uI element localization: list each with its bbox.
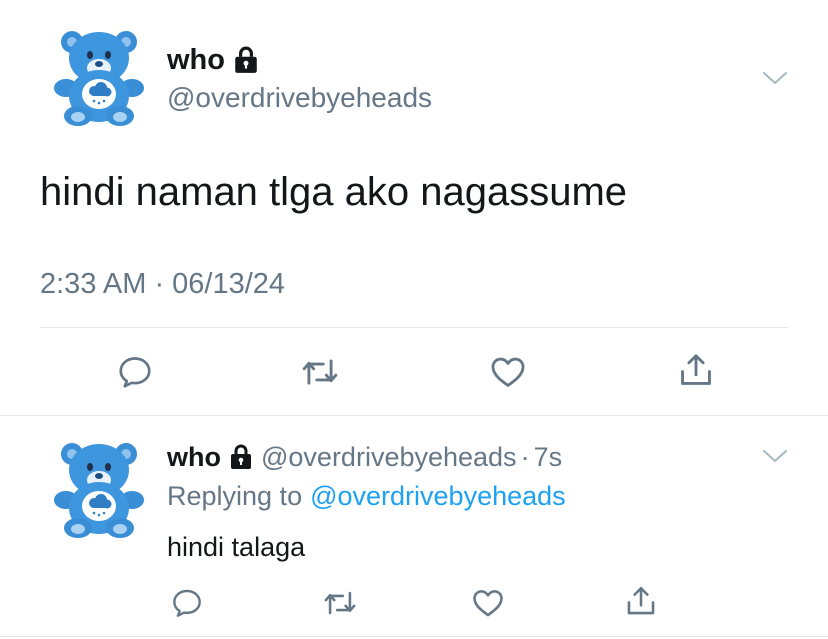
reply-reply-button[interactable]	[169, 585, 205, 621]
reply-tweet-text: hindi talaga	[167, 532, 306, 562]
main-reply-button[interactable]	[115, 352, 155, 392]
main-like-button[interactable]	[488, 352, 528, 392]
share-icon	[677, 351, 715, 389]
replying-to-row: Replying to @overdrivebyeheads	[167, 481, 566, 512]
reply-icon	[117, 354, 153, 390]
main-timestamp[interactable]: 2:33 AM · 06/13/24	[40, 268, 285, 301]
main-retweet-button[interactable]	[300, 352, 340, 392]
reply-icon	[171, 587, 203, 619]
reply-separator: ·	[520, 441, 530, 472]
heart-icon	[471, 586, 505, 620]
main-menu-chevron-down-icon[interactable]	[762, 70, 788, 86]
reply-menu-chevron-down-icon[interactable]	[762, 448, 788, 464]
main-display-name[interactable]: who	[167, 44, 225, 77]
avatar[interactable]	[44, 20, 154, 130]
main-tweet-text: hindi naman tlga ako nagassume	[40, 170, 628, 214]
replying-to-handle-link[interactable]: @overdrivebyeheads	[310, 481, 566, 512]
reply-time-ago[interactable]: 7s	[534, 442, 563, 473]
retweet-icon	[323, 586, 357, 620]
reply-display-name[interactable]: who	[167, 442, 221, 473]
retweet-icon	[301, 353, 339, 391]
section-divider	[0, 415, 828, 416]
replying-to-label: Replying to	[167, 481, 303, 511]
main-handle[interactable]: @overdrivebyeheads	[167, 82, 432, 114]
main-author-name-row: who	[167, 42, 259, 78]
lock-icon	[233, 46, 259, 74]
reply-like-button[interactable]	[470, 585, 506, 621]
care-bear-avatar-icon	[44, 20, 154, 130]
heart-icon	[489, 353, 527, 391]
reply-author-row: who @overdrivebyeheads · 7s	[167, 440, 562, 474]
reply-avatar[interactable]	[44, 432, 154, 542]
care-bear-avatar-icon	[44, 432, 154, 542]
main-divider	[40, 327, 788, 328]
lock-icon	[229, 444, 253, 470]
bottom-divider	[0, 636, 828, 637]
reply-share-button[interactable]	[623, 583, 659, 619]
share-icon	[624, 584, 658, 618]
reply-retweet-button[interactable]	[322, 585, 358, 621]
main-share-button[interactable]	[676, 350, 716, 390]
reply-handle[interactable]: @overdrivebyeheads	[261, 442, 517, 473]
